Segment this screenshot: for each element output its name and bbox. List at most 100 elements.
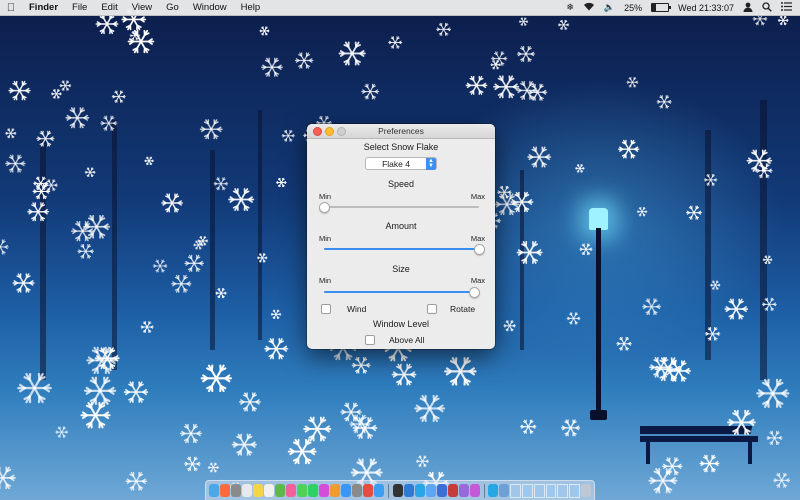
dock-itunes-icon[interactable] <box>319 484 329 497</box>
amount-min-label: Min <box>319 234 332 243</box>
snowflake <box>414 394 446 423</box>
snowflake <box>80 401 111 429</box>
flake-selected-value: Flake 4 <box>382 159 410 169</box>
amount-slider-knob[interactable] <box>474 244 485 255</box>
snowflake <box>503 320 516 332</box>
flake-popup-button[interactable]: Flake 4 ▲ ▼ <box>365 157 437 170</box>
snowflake <box>36 130 55 147</box>
dock-photo-booth-icon[interactable] <box>447 484 458 497</box>
battery-percent: 25% <box>624 2 643 13</box>
dock-messages-icon[interactable] <box>297 484 307 497</box>
dock-minimized-window[interactable] <box>569 483 581 498</box>
speed-slider-knob[interactable] <box>319 202 330 213</box>
dock-notes-icon[interactable] <box>253 484 263 497</box>
above-all-checkbox[interactable] <box>365 335 375 345</box>
snowflake <box>465 75 488 95</box>
menu-help[interactable]: Help <box>234 2 268 13</box>
amount-slider[interactable] <box>324 244 485 255</box>
size-slider-fill <box>324 291 475 293</box>
dock-trash-icon[interactable] <box>581 484 592 497</box>
user-icon[interactable] <box>743 2 753 14</box>
zoom-button <box>337 127 346 136</box>
dock-skype-2-icon[interactable] <box>488 484 499 497</box>
dock-minimized-window[interactable] <box>533 483 545 498</box>
battery-icon[interactable] <box>651 3 672 12</box>
dock-skype-icon[interactable] <box>414 484 425 497</box>
dock-ibooks-icon[interactable] <box>330 484 340 497</box>
snowflake <box>228 188 255 211</box>
dock-launchpad-icon[interactable] <box>220 484 230 497</box>
spotlight-icon[interactable] <box>762 1 772 14</box>
rotate-label: Rotate <box>450 304 476 314</box>
snowflake <box>755 163 773 179</box>
clock[interactable]: Wed 21:33:07 <box>678 3 734 13</box>
dock-preferences-icon[interactable] <box>352 484 362 497</box>
notification-center-icon[interactable] <box>781 2 792 13</box>
menu-bar:  Finder File Edit View Go Window Help ❄… <box>0 0 800 16</box>
rotate-checkbox[interactable] <box>427 304 437 314</box>
dock-mail-icon[interactable] <box>425 484 436 497</box>
dock-minimized-window[interactable] <box>545 483 557 498</box>
dock-photos-icon[interactable] <box>286 484 296 497</box>
snowflake <box>491 51 508 66</box>
dock-minimized-window[interactable] <box>522 483 533 498</box>
snowflake <box>184 456 201 472</box>
size-slider[interactable] <box>324 287 481 298</box>
size-slider-knob[interactable] <box>469 287 481 298</box>
dock-chrome-icon[interactable] <box>363 484 373 497</box>
wifi-icon[interactable] <box>583 2 595 13</box>
speed-slider-track <box>324 206 479 208</box>
above-all-label: Above All <box>389 335 425 345</box>
volume-icon[interactable]: 🔈 <box>604 2 615 13</box>
snowflake <box>27 202 49 222</box>
minimize-button[interactable] <box>325 127 334 136</box>
dock-finder-icon[interactable] <box>209 484 219 497</box>
menu-view[interactable]: View <box>125 2 159 13</box>
snowflake <box>5 128 17 139</box>
snowflake <box>95 13 119 35</box>
dock-game-center-icon[interactable] <box>458 484 469 497</box>
dock-minimized-window[interactable] <box>557 483 569 498</box>
amount-label: Amount <box>385 221 417 231</box>
menu-app-finder[interactable]: Finder <box>22 2 65 13</box>
dock-facetime-icon[interactable] <box>308 484 318 497</box>
snowflake <box>179 423 202 444</box>
dock-downloads-icon[interactable] <box>499 484 510 497</box>
snowflake <box>12 273 35 293</box>
snowflake <box>388 36 403 49</box>
dock-terminal-icon[interactable] <box>392 484 403 497</box>
apple-icon[interactable]:  <box>0 2 22 14</box>
snowflake <box>351 356 371 374</box>
dock-xcode-icon[interactable] <box>403 484 414 497</box>
snowflake <box>77 244 95 259</box>
dock-photo-icon[interactable] <box>231 484 241 497</box>
dock-flower-icon[interactable] <box>469 484 480 497</box>
dock-maps-icon[interactable] <box>275 484 285 497</box>
snowflake <box>199 119 223 140</box>
menu-go[interactable]: Go <box>159 2 186 13</box>
dock <box>205 480 595 500</box>
dock-keynote-icon[interactable] <box>436 484 447 497</box>
close-button[interactable] <box>313 127 322 136</box>
dock-minimized-window[interactable] <box>510 483 522 498</box>
window-titlebar[interactable]: Preferences <box>307 124 495 139</box>
snowflake <box>636 207 648 217</box>
snowflake <box>490 60 501 70</box>
menu-edit[interactable]: Edit <box>94 2 124 13</box>
snowflake <box>704 327 721 341</box>
dock-safari-icon[interactable] <box>374 484 384 497</box>
snowflake <box>361 83 380 100</box>
snowflake <box>766 430 783 446</box>
dock-reminders-icon[interactable] <box>264 484 274 497</box>
snowflake <box>560 419 581 437</box>
menu-file[interactable]: File <box>65 2 94 13</box>
menu-window[interactable]: Window <box>186 2 234 13</box>
amount-max-label: Max <box>470 234 485 243</box>
dock-appstore-icon[interactable] <box>341 484 351 497</box>
snowflake-status-icon[interactable]: ❄ <box>566 2 574 13</box>
speed-slider[interactable] <box>319 202 479 213</box>
wind-checkbox[interactable] <box>321 304 331 314</box>
snowflake <box>699 454 720 473</box>
wind-label: Wind <box>347 304 367 314</box>
dock-calendar-icon[interactable] <box>242 484 252 497</box>
